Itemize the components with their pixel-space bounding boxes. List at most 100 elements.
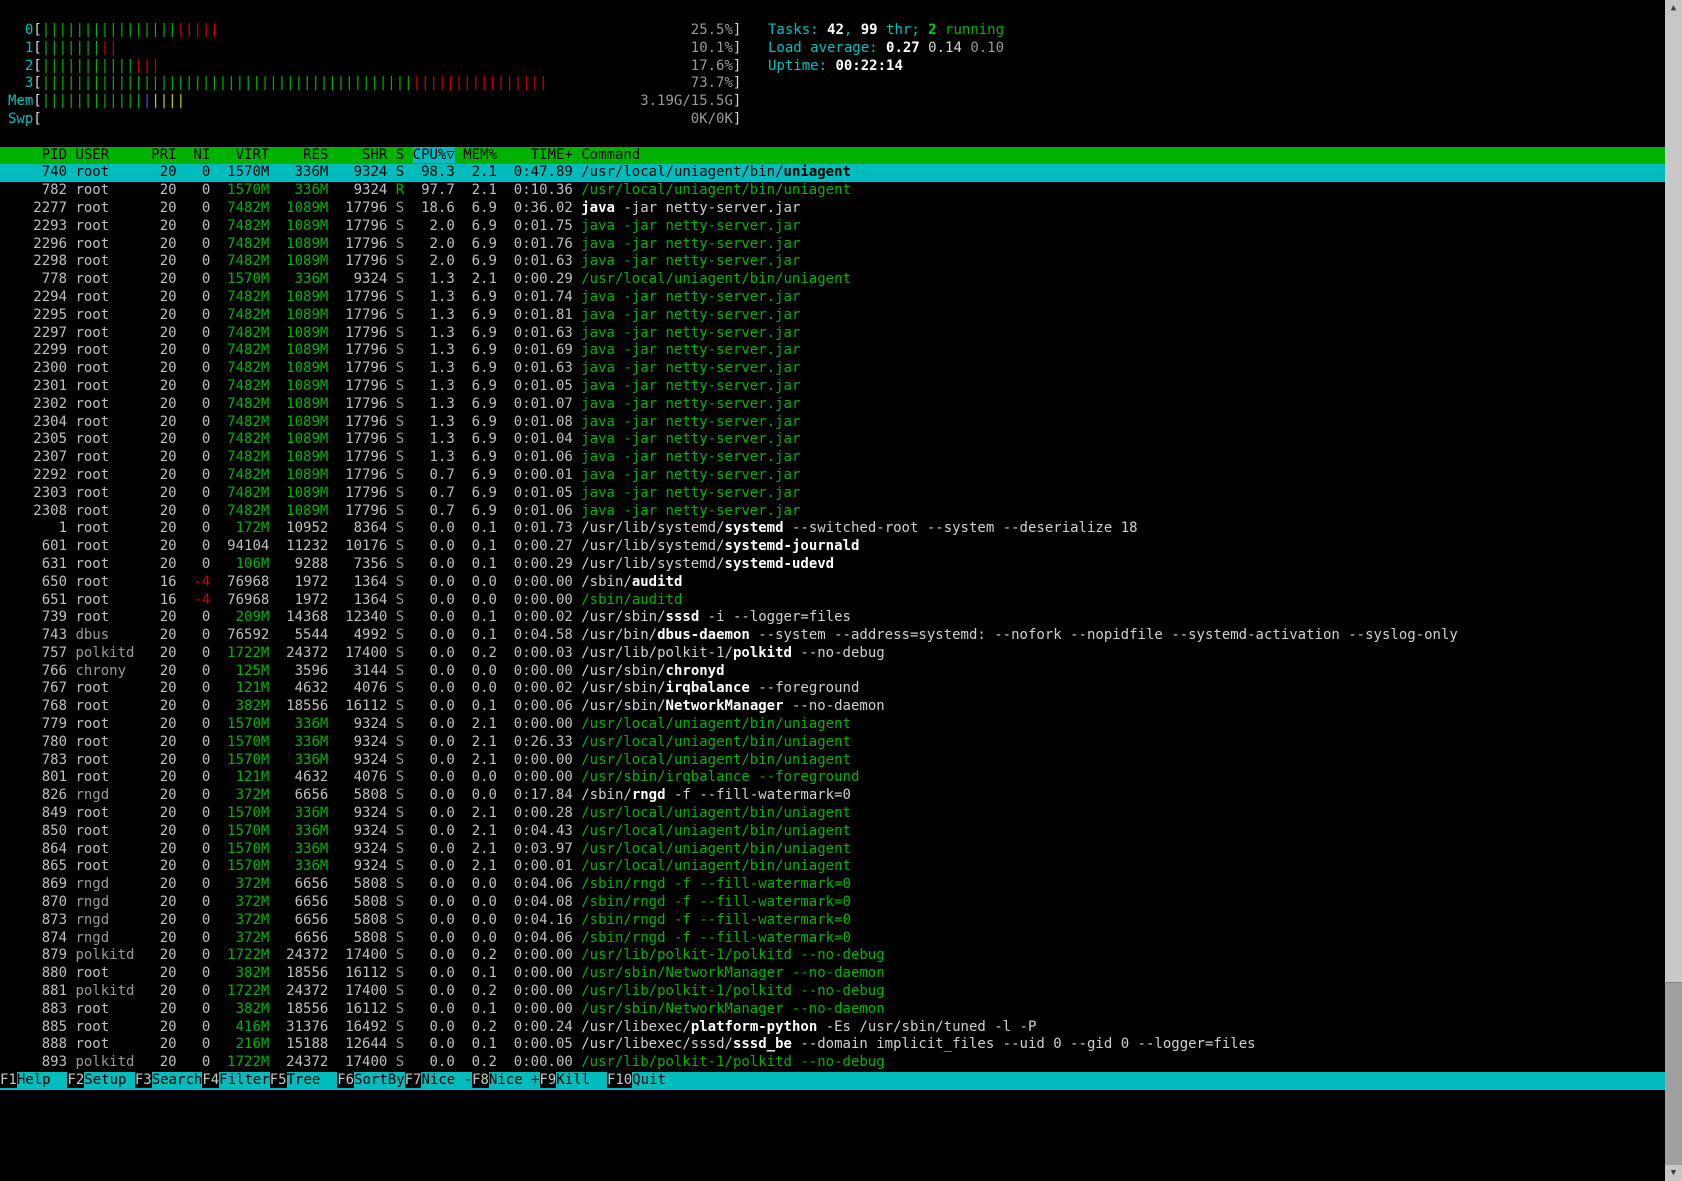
column-header-mem[interactable]: MEM%: [463, 147, 505, 163]
process-row-2305[interactable]: 2305 root 20 0 7482M 1089M 17796 S 1.3 6…: [0, 431, 1665, 449]
process-row-778[interactable]: 778 root 20 0 1570M 336M 9324 S 1.3 2.1 …: [0, 271, 1665, 289]
cell-command: /sbin/rngd -f --fill-watermark=0: [581, 911, 851, 928]
cpu2-bar-red: |||: [134, 57, 160, 74]
process-row-2299[interactable]: 2299 root 20 0 7482M 1089M 17796 S 1.3 6…: [0, 342, 1665, 360]
cell-res: 9288: [277, 555, 337, 572]
cell-nice: 0: [185, 894, 219, 911]
process-row-826[interactable]: 826 rngd 20 0 372M 6656 5808 S 0.0 0.0 0…: [0, 787, 1665, 805]
process-row-2301[interactable]: 2301 root 20 0 7482M 1089M 17796 S 1.3 6…: [0, 378, 1665, 396]
process-row-631[interactable]: 631 root 20 0 106M 9288 7356 S 0.0 0.1 0…: [0, 556, 1665, 574]
process-row-2304[interactable]: 2304 root 20 0 7482M 1089M 17796 S 1.3 6…: [0, 414, 1665, 432]
column-header-shr[interactable]: SHR: [337, 147, 396, 163]
process-row-2297[interactable]: 2297 root 20 0 7482M 1089M 17796 S 1.3 6…: [0, 325, 1665, 343]
process-row-780[interactable]: 780 root 20 0 1570M 336M 9324 S 0.0 2.1 …: [0, 734, 1665, 752]
process-row-888[interactable]: 888 root 20 0 216M 15188 12644 S 0.0 0.1…: [0, 1036, 1665, 1054]
column-header-command[interactable]: Command: [581, 147, 640, 163]
cell-time: 0:01.05: [505, 484, 582, 501]
process-row-740[interactable]: 740 root 20 0 1570M 336M 9324 S 98.3 2.1…: [0, 164, 1665, 183]
fkey-f4[interactable]: F4Filter: [202, 1072, 270, 1089]
status-lines: Tasks: 42, 99 thr; 2 running Load average…: [768, 22, 1004, 75]
process-row-885[interactable]: 885 root 20 0 416M 31376 16492 S 0.0 0.2…: [0, 1019, 1665, 1037]
cell-nice: 0: [185, 164, 219, 181]
process-row-2298[interactable]: 2298 root 20 0 7482M 1089M 17796 S 2.0 6…: [0, 253, 1665, 271]
cell-res: 31376: [277, 1018, 337, 1035]
column-header-state[interactable]: S: [396, 147, 413, 163]
fkey-f2[interactable]: F2Setup: [67, 1072, 135, 1089]
cell-state: S: [395, 644, 413, 661]
process-row-880[interactable]: 880 root 20 0 382M 18556 16112 S 0.0 0.1…: [0, 965, 1665, 983]
scrollbar-down-arrow-icon[interactable]: ▼: [1665, 1165, 1682, 1181]
fkey-f3[interactable]: F3Search: [134, 1072, 203, 1089]
process-row-874[interactable]: 874 rngd 20 0 372M 6656 5808 S 0.0 0.0 0…: [0, 930, 1665, 948]
process-row-783[interactable]: 783 root 20 0 1570M 336M 9324 S 0.0 2.1 …: [0, 752, 1665, 770]
process-row-870[interactable]: 870 rngd 20 0 372M 6656 5808 S 0.0 0.0 0…: [0, 894, 1665, 912]
process-row-2307[interactable]: 2307 root 20 0 7482M 1089M 17796 S 1.3 6…: [0, 449, 1665, 467]
scrollbar-thumb[interactable]: [1665, 16, 1682, 983]
cell-pri: 20: [151, 217, 186, 234]
process-row-801[interactable]: 801 root 20 0 121M 4632 4076 S 0.0 0.0 0…: [0, 769, 1665, 787]
mem-bar-green: ||||||||||||: [41, 93, 143, 110]
process-row-869[interactable]: 869 rngd 20 0 372M 6656 5808 S 0.0 0.0 0…: [0, 876, 1665, 894]
column-header-time[interactable]: TIME+: [505, 147, 581, 163]
process-row-865[interactable]: 865 root 20 0 1570M 336M 9324 S 0.0 2.1 …: [0, 858, 1665, 876]
cell-nice: 0: [185, 840, 219, 857]
process-row-873[interactable]: 873 rngd 20 0 372M 6656 5808 S 0.0 0.0 0…: [0, 912, 1665, 930]
process-row-768[interactable]: 768 root 20 0 382M 18556 16112 S 0.0 0.1…: [0, 698, 1665, 716]
fkey-f7[interactable]: F7Nice -: [404, 1072, 473, 1089]
cell-nice: 0: [185, 466, 219, 483]
cell-command: java -jar netty-server.jar: [581, 413, 801, 430]
process-row-766[interactable]: 766 chrony 20 0 125M 3596 3144 S 0.0 0.0…: [0, 663, 1665, 681]
cell-command-args: --no-debug: [791, 644, 885, 661]
process-row-601[interactable]: 601 root 20 0 94104 11232 10176 S 0.0 0.…: [0, 538, 1665, 556]
process-row-2292[interactable]: 2292 root 20 0 7482M 1089M 17796 S 0.7 6…: [0, 467, 1665, 485]
cell-shr: 17796: [336, 449, 396, 466]
process-row-2277[interactable]: 2277 root 20 0 7482M 1089M 17796 S 18.6 …: [0, 200, 1665, 218]
process-row-2303[interactable]: 2303 root 20 0 7482M 1089M 17796 S 0.7 6…: [0, 485, 1665, 503]
column-header-ni[interactable]: NI: [185, 147, 219, 163]
cell-pid: 2307: [8, 449, 76, 466]
process-row-849[interactable]: 849 root 20 0 1570M 336M 9324 S 0.0 2.1 …: [0, 805, 1665, 823]
process-row-782[interactable]: 782 root 20 0 1570M 336M 9324 R 97.7 2.1…: [0, 182, 1665, 200]
fkey-f1[interactable]: F1Help: [0, 1072, 68, 1089]
process-row-743[interactable]: 743 dbus 20 0 76592 5544 4992 S 0.0 0.1 …: [0, 627, 1665, 645]
process-row-2294[interactable]: 2294 root 20 0 7482M 1089M 17796 S 1.3 6…: [0, 289, 1665, 307]
fkey-f5[interactable]: F5Tree: [269, 1072, 338, 1089]
cell-state: S: [395, 360, 413, 377]
process-row-2302[interactable]: 2302 root 20 0 7482M 1089M 17796 S 1.3 6…: [0, 396, 1665, 414]
process-row-850[interactable]: 850 root 20 0 1570M 336M 9324 S 0.0 2.1 …: [0, 823, 1665, 841]
cell-pid: 2293: [8, 217, 76, 234]
column-header-user[interactable]: USER: [75, 147, 151, 163]
process-row-1[interactable]: 1 root 20 0 172M 10952 8364 S 0.0 0.1 0:…: [0, 520, 1665, 538]
fkey-f8[interactable]: F8Nice +: [472, 1072, 540, 1089]
process-row-2300[interactable]: 2300 root 20 0 7482M 1089M 17796 S 1.3 6…: [0, 360, 1665, 378]
column-header-cpu-sorted[interactable]: CPU%▽: [412, 146, 455, 163]
process-row-881[interactable]: 881 polkitd 20 0 1722M 24372 17400 S 0.0…: [0, 983, 1665, 1001]
fkey-f10[interactable]: F10Quit: [606, 1072, 683, 1089]
column-header-pri[interactable]: PRI: [151, 147, 185, 163]
process-row-893[interactable]: 893 polkitd 20 0 1722M 24372 17400 S 0.0…: [0, 1054, 1665, 1072]
process-row-767[interactable]: 767 root 20 0 121M 4632 4076 S 0.0 0.0 0…: [0, 680, 1665, 698]
process-row-650[interactable]: 650 root 16 -4 76968 1972 1364 S 0.0 0.0…: [0, 574, 1665, 592]
process-row-651[interactable]: 651 root 16 -4 76968 1972 1364 S 0.0 0.0…: [0, 592, 1665, 610]
column-header-pid[interactable]: PID: [8, 147, 75, 163]
column-header-res[interactable]: RES: [278, 147, 337, 163]
process-row-2296[interactable]: 2296 root 20 0 7482M 1089M 17796 S 2.0 6…: [0, 236, 1665, 254]
scrollbar[interactable]: ▲ ▼: [1665, 0, 1682, 1181]
cell-pid: 2297: [8, 324, 76, 341]
cpu2-bar-green: |||||||||||: [41, 57, 135, 74]
column-header-virt[interactable]: VIRT: [219, 147, 278, 163]
cell-pid: 2305: [8, 431, 76, 448]
process-row-864[interactable]: 864 root 20 0 1570M 336M 9324 S 0.0 2.1 …: [0, 841, 1665, 859]
process-row-757[interactable]: 757 polkitd 20 0 1722M 24372 17400 S 0.0…: [0, 645, 1665, 663]
fkey-f9[interactable]: F9Kill: [539, 1072, 607, 1089]
process-row-879[interactable]: 879 polkitd 20 0 1722M 24372 17400 S 0.0…: [0, 947, 1665, 965]
process-row-2293[interactable]: 2293 root 20 0 7482M 1089M 17796 S 2.0 6…: [0, 218, 1665, 236]
fkey-f6[interactable]: F6SortBy: [337, 1072, 405, 1089]
process-row-883[interactable]: 883 root 20 0 382M 18556 16112 S 0.0 0.1…: [0, 1001, 1665, 1019]
process-row-2295[interactable]: 2295 root 20 0 7482M 1089M 17796 S 1.3 6…: [0, 307, 1665, 325]
scrollbar-up-arrow-icon[interactable]: ▲: [1665, 0, 1682, 16]
process-row-2308[interactable]: 2308 root 20 0 7482M 1089M 17796 S 0.7 6…: [0, 503, 1665, 521]
process-row-739[interactable]: 739 root 20 0 209M 14368 12340 S 0.0 0.1…: [0, 609, 1665, 627]
process-row-779[interactable]: 779 root 20 0 1570M 336M 9324 S 0.0 2.1 …: [0, 716, 1665, 734]
cell-nice: 0: [185, 627, 219, 644]
